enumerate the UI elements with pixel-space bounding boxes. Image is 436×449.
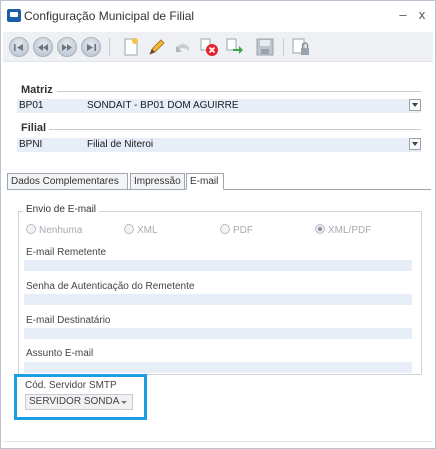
first-record-icon[interactable]	[9, 37, 29, 57]
radio-pdf[interactable]: PDF	[220, 224, 253, 236]
smtp-server-label: Cód. Servidor SMTP	[25, 380, 117, 391]
save-disk-icon[interactable]	[255, 37, 275, 57]
matriz-select[interactable]: BP01 SONDAIT - BP01 DOM AGUIRRE	[17, 99, 421, 113]
radio-nenhuma-label: Nenhuma	[39, 225, 83, 236]
tab-email[interactable]: E-mail	[186, 173, 224, 190]
close-button[interactable]: x	[415, 7, 429, 22]
email-destinatario-label: E-mail Destinatário	[26, 315, 111, 326]
radio-xml[interactable]: XML	[124, 224, 158, 236]
lock-icon[interactable]	[291, 37, 311, 57]
tab-dados-complementares[interactable]: Dados Complementares	[7, 173, 128, 190]
edit-pencil-icon[interactable]	[147, 37, 167, 57]
toolbar	[3, 32, 433, 62]
radio-nenhuma[interactable]: Nenhuma	[26, 224, 82, 236]
matriz-label: Matriz	[21, 84, 53, 96]
new-document-icon[interactable]	[121, 37, 141, 57]
filial-code: BPNI	[19, 139, 43, 150]
delete-icon[interactable]	[199, 37, 219, 57]
radio-checked-icon	[315, 224, 325, 234]
toolbar-separator	[109, 38, 110, 56]
previous-record-icon[interactable]	[33, 37, 53, 57]
last-record-icon[interactable]	[81, 37, 101, 57]
minimize-button[interactable]: –	[396, 7, 410, 22]
title-bar: Configuração Municipal de Filial – x	[1, 1, 435, 31]
radio-circle-icon	[124, 224, 134, 234]
email-group-title: Envio de E-mail	[23, 204, 100, 215]
filial-description: Filial de Niteroi	[87, 139, 154, 150]
senha-remetente-label: Senha de Autenticação do Remetente	[26, 281, 195, 292]
config-window: Configuração Municipal de Filial – x Mat…	[0, 0, 436, 449]
smtp-server-select[interactable]: SERVIDOR SONDA	[25, 394, 133, 410]
caret-down-icon[interactable]	[121, 401, 127, 404]
radio-xml-pdf[interactable]: XML/PDF	[315, 224, 371, 236]
undo-icon[interactable]	[173, 37, 193, 57]
next-record-icon[interactable]	[57, 37, 77, 57]
radio-xml-label: XML	[137, 225, 158, 236]
senha-remetente-input[interactable]	[24, 294, 412, 305]
matriz-code: BP01	[19, 100, 44, 111]
filial-label: Filial	[21, 122, 47, 134]
window-title: Configuração Municipal de Filial	[24, 9, 195, 23]
confirm-icon[interactable]	[225, 37, 245, 57]
assunto-email-label: Assunto E-mail	[26, 348, 94, 359]
email-destinatario-input[interactable]	[24, 328, 412, 339]
assunto-email-input[interactable]	[24, 362, 412, 373]
chevron-down-icon[interactable]	[409, 138, 421, 150]
filial-select[interactable]: BPNI Filial de Niteroi	[17, 138, 421, 152]
toolbar-separator	[283, 38, 284, 56]
app-icon	[7, 9, 21, 22]
tab-impressao[interactable]: Impressão	[130, 173, 185, 190]
email-remetente-input[interactable]	[24, 260, 412, 271]
chevron-down-icon[interactable]	[409, 99, 421, 111]
filial-divider	[49, 129, 421, 130]
radio-circle-icon	[26, 224, 36, 234]
radio-circle-icon	[220, 224, 230, 234]
radio-xml-pdf-label: XML/PDF	[328, 225, 372, 236]
matriz-description: SONDAIT - BP01 DOM AGUIRRE	[87, 100, 239, 111]
footer-divider	[3, 441, 433, 442]
smtp-server-value: SERVIDOR SONDA	[29, 396, 120, 407]
matriz-divider	[57, 91, 421, 92]
email-remetente-label: E-mail Remetente	[26, 247, 107, 258]
radio-pdf-label: PDF	[233, 225, 253, 236]
